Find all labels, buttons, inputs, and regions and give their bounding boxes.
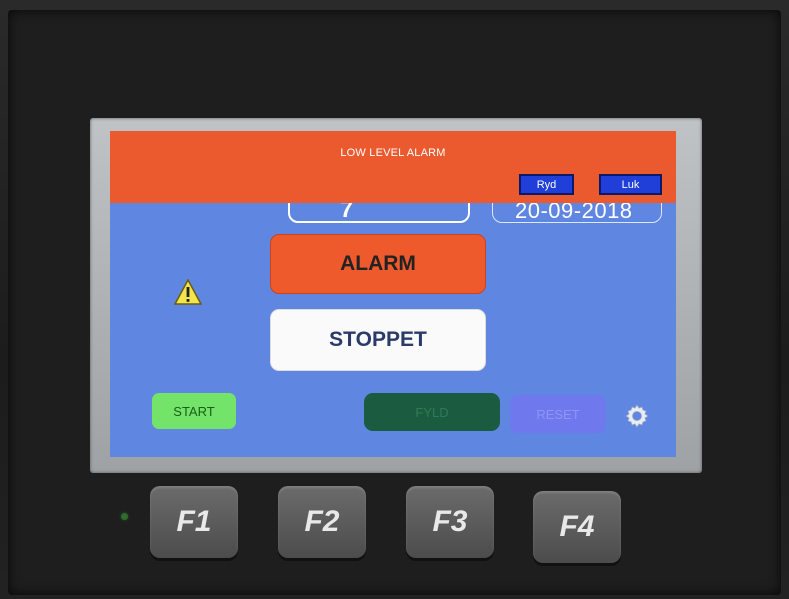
hmi-housing: 7 20-09-2018 LOW LEVEL ALARM Ryd Luk ALA… — [0, 0, 789, 599]
alarm-banner: LOW LEVEL ALARM Ryd Luk — [110, 131, 676, 203]
touch-screen: 7 20-09-2018 LOW LEVEL ALARM Ryd Luk ALA… — [110, 131, 676, 457]
status-led — [121, 513, 128, 520]
machine-state-box: STOPPET — [270, 309, 486, 371]
function-key-f4[interactable]: F4 — [533, 491, 621, 563]
warning-triangle-icon — [174, 279, 202, 305]
function-key-f2[interactable]: F2 — [278, 486, 366, 558]
alarm-status-box: ALARM — [270, 234, 486, 294]
value-readout-text: 7 — [340, 196, 354, 223]
close-button[interactable]: Luk — [599, 174, 662, 195]
reset-button[interactable]: RESET — [510, 395, 606, 433]
date-readout-text: 20-09-2018 — [515, 198, 633, 223]
gear-icon[interactable] — [624, 403, 650, 429]
start-button[interactable]: START — [152, 393, 236, 429]
function-key-f3[interactable]: F3 — [406, 486, 494, 558]
alarm-banner-title: LOW LEVEL ALARM — [340, 147, 446, 159]
clear-button[interactable]: Ryd — [519, 174, 574, 195]
function-key-f1[interactable]: F1 — [150, 486, 238, 558]
fill-button[interactable]: FYLD — [364, 393, 500, 431]
